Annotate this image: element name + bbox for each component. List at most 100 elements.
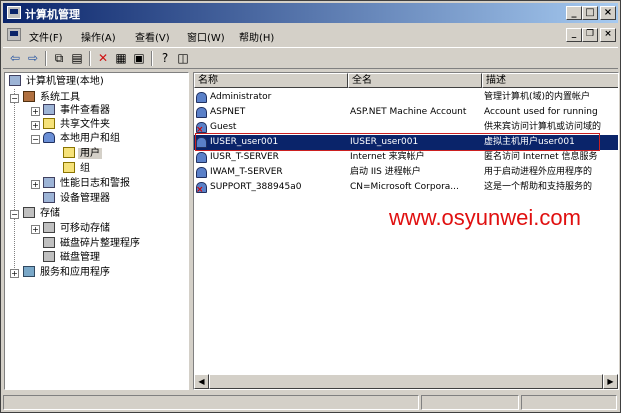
back-icon[interactable]: ⇦ xyxy=(7,51,23,66)
scroll-right-icon[interactable]: ▶ xyxy=(603,374,618,389)
cell-fullname: CN=Microsoft Corpora... xyxy=(350,182,459,192)
minimize-button[interactable]: _ xyxy=(566,6,582,20)
removable-storage-icon xyxy=(43,222,55,233)
tree-line xyxy=(14,89,15,272)
menu-window[interactable]: 窗口(W) xyxy=(187,29,225,44)
toolbar-separator xyxy=(45,51,47,66)
cell-name: IUSR_T-SERVER xyxy=(210,152,279,162)
mdi-close-button[interactable]: × xyxy=(600,28,616,42)
status-panel xyxy=(521,395,617,410)
scroll-left-icon[interactable]: ◀ xyxy=(194,374,209,389)
mdi-restore-button[interactable]: ❐ xyxy=(582,28,598,42)
cell-description: 供来宾访问计算机或访问域的 xyxy=(484,122,602,132)
table-row-selected[interactable]: IUSER_user001 IUSER_user001 虚拟主机用户user00… xyxy=(194,135,618,150)
scroll-thumb[interactable] xyxy=(209,374,603,389)
table-row[interactable]: Administrator 管理计算机(域)的内置帐户 xyxy=(194,90,618,105)
maximize-button[interactable]: □ xyxy=(582,6,598,20)
help-icon[interactable]: ? xyxy=(157,51,173,66)
delete-icon[interactable]: ✕ xyxy=(95,51,111,66)
collapse-toggle[interactable]: − xyxy=(31,135,40,144)
table-row[interactable]: IWAM_T-SERVER 启动 IIS 进程帐户 用于启动进程外应用程序的 xyxy=(194,165,618,180)
cell-fullname: 启动 IIS 进程帐户 xyxy=(350,167,421,177)
tree-item-disk-defragmenter[interactable]: 磁盘碎片整理程序 xyxy=(43,237,142,250)
user-icon xyxy=(196,92,207,103)
performance-icon xyxy=(43,177,55,188)
tree-item-computer-management[interactable]: 计算机管理(本地) xyxy=(9,75,106,88)
tree-item-storage[interactable]: 存储 xyxy=(23,207,62,220)
column-header-fullname[interactable]: 全名 xyxy=(348,73,482,88)
menu-view[interactable]: 查看(V) xyxy=(135,29,170,44)
tree-item-removable-storage[interactable]: 可移动存储 xyxy=(43,222,112,235)
tree-item-system-tools[interactable]: 系统工具 xyxy=(23,91,82,104)
column-header-description[interactable]: 描述 xyxy=(482,73,618,88)
tree-item-services-applications[interactable]: 服务和应用程序 xyxy=(23,266,112,279)
user-icon xyxy=(196,167,207,178)
tree-item-shared-folders[interactable]: 共享文件夹 xyxy=(43,118,112,131)
folder-icon xyxy=(63,162,75,173)
mdi-minimize-button[interactable]: _ xyxy=(566,28,582,42)
user-list[interactable]: 名称 全名 描述 Administrator 管理计算机(域)的内置帐户 ASP… xyxy=(193,72,619,390)
cell-name: Administrator xyxy=(210,92,272,102)
computer-management-icon xyxy=(7,6,21,19)
cell-name: IWAM_T-SERVER xyxy=(210,167,283,177)
disabled-user-icon: × xyxy=(196,182,207,195)
cell-name: Guest xyxy=(210,122,237,132)
cell-description: Account used for running xyxy=(484,107,598,117)
cell-description: 用于启动进程外应用程序的 xyxy=(484,167,593,177)
expand-toggle[interactable]: + xyxy=(10,269,19,278)
tree-item-users[interactable]: 用户 xyxy=(63,147,102,160)
defrag-icon xyxy=(43,237,55,248)
status-panel xyxy=(3,395,419,410)
console-icon[interactable] xyxy=(7,28,21,41)
show-hide-tree-icon[interactable]: ▤ xyxy=(69,51,85,66)
cell-description: 匿名访问 Internet 信息服务 xyxy=(484,152,598,162)
services-icon xyxy=(23,266,35,277)
user-icon xyxy=(196,152,207,163)
table-row[interactable]: ASPNET ASP.NET Machine Account Account u… xyxy=(194,105,618,120)
folder-icon xyxy=(63,147,75,158)
status-bar xyxy=(3,394,618,411)
tree-item-performance-logs[interactable]: 性能日志和警报 xyxy=(43,177,132,190)
menu-help[interactable]: 帮助(H) xyxy=(239,29,274,44)
horizontal-scrollbar[interactable]: ◀ ▶ xyxy=(194,374,618,389)
cell-fullname: Internet 来宾帐户 xyxy=(350,152,425,162)
close-button[interactable]: × xyxy=(600,6,616,20)
properties-icon[interactable]: ▦ xyxy=(113,51,129,66)
table-row[interactable]: IUSR_T-SERVER Internet 来宾帐户 匿名访问 Interne… xyxy=(194,150,618,165)
computer-icon xyxy=(9,75,21,86)
cell-description: 这是一个帮助和支持服务的 xyxy=(484,182,593,192)
expand-toggle[interactable]: + xyxy=(31,225,40,234)
expand-toggle[interactable]: + xyxy=(31,180,40,189)
table-row[interactable]: × Guest 供来宾访问计算机或访问域的 xyxy=(194,120,618,135)
expand-toggle[interactable]: + xyxy=(31,121,40,130)
tree-item-device-manager[interactable]: 设备管理器 xyxy=(43,192,112,205)
user-icon xyxy=(196,107,207,118)
watermark: www.osyunwei.com xyxy=(389,205,581,230)
device-manager-icon xyxy=(43,192,55,203)
forward-icon[interactable]: ⇨ xyxy=(25,51,41,66)
collapse-toggle[interactable]: − xyxy=(10,94,19,103)
storage-icon xyxy=(23,207,35,218)
tree-item-local-users-groups[interactable]: 本地用户和组 xyxy=(43,132,122,145)
toolbar: ⇦ ⇨ ⧉ ▤ ✕ ▦ ▣ ? ◫ xyxy=(3,47,618,69)
computer-management-window: 计算机管理 _ □ × 文件(F) 操作(A) 查看(V) 窗口(W) 帮助(H… xyxy=(0,0,621,413)
tree-item-event-viewer[interactable]: 事件查看器 xyxy=(43,104,112,117)
export-list-icon[interactable]: ▣ xyxy=(131,51,147,66)
up-folder-icon[interactable]: ⧉ xyxy=(51,51,67,66)
title-bar[interactable]: 计算机管理 _ □ × xyxy=(3,3,618,23)
table-row[interactable]: × SUPPORT_388945a0 CN=Microsoft Corpora.… xyxy=(194,180,618,195)
tree-item-disk-management[interactable]: 磁盘管理 xyxy=(43,251,102,264)
tree-item-groups[interactable]: 组 xyxy=(63,162,92,175)
disk-management-icon xyxy=(43,251,55,262)
users-groups-icon xyxy=(43,132,55,143)
menu-file[interactable]: 文件(F) xyxy=(29,29,63,44)
cell-name: IUSER_user001 xyxy=(210,137,279,147)
tools-icon xyxy=(23,91,35,102)
cell-description: 管理计算机(域)的内置帐户 xyxy=(484,92,591,102)
console-tree[interactable]: 计算机管理(本地) − 系统工具 + 事件查看器 + 共享文件夹 − 本地用户和… xyxy=(4,72,189,390)
expand-toggle[interactable]: + xyxy=(31,107,40,116)
console-icon[interactable]: ◫ xyxy=(175,51,191,66)
collapse-toggle[interactable]: − xyxy=(10,210,19,219)
menu-action[interactable]: 操作(A) xyxy=(81,29,116,44)
column-header-name[interactable]: 名称 xyxy=(194,73,348,88)
